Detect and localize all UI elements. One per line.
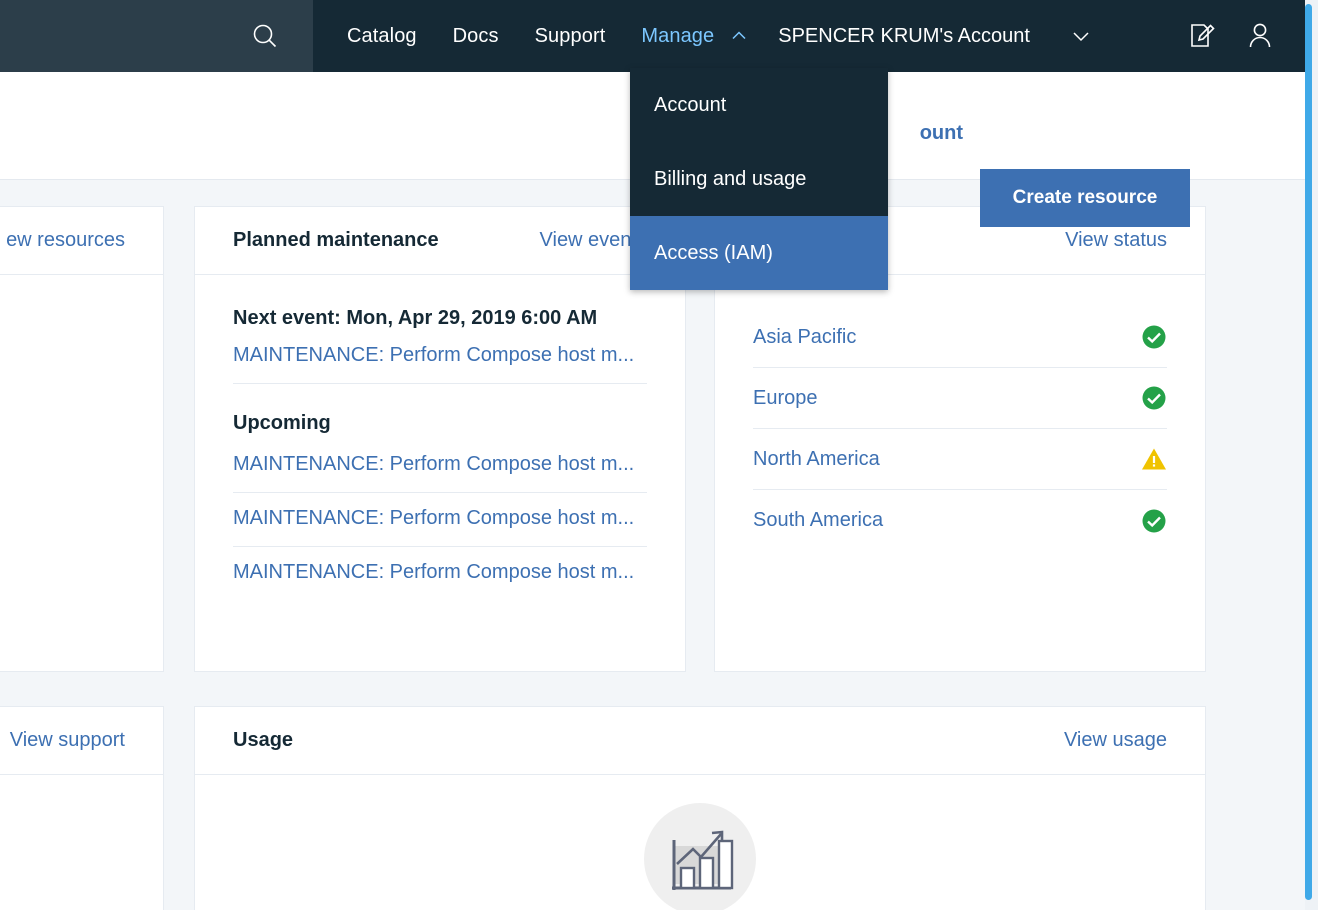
usage-card: Usage View usage	[194, 706, 1206, 910]
view-support-link[interactable]: View support	[10, 729, 125, 752]
global-header: Catalog Docs Support Manage SPENCER KRUM…	[0, 0, 1305, 72]
upcoming-event-link[interactable]: MAINTENANCE: Perform Compose host m...	[233, 493, 647, 547]
warning-triangle-icon	[1141, 446, 1167, 472]
status-region-list: Asia Pacific Europe North America South …	[715, 275, 1205, 551]
user-avatar-icon[interactable]	[1231, 0, 1289, 72]
vertical-scrollbar-thumb[interactable]	[1305, 4, 1312, 900]
resources-card: ew resources ces in your	[0, 206, 164, 672]
upcoming-event-link[interactable]: MAINTENANCE: Perform Compose host m...	[233, 547, 647, 600]
view-resources-link[interactable]: ew resources	[6, 229, 125, 252]
dropdown-item-access-iam[interactable]: Access (IAM)	[630, 216, 888, 290]
edit-document-icon[interactable]	[1173, 0, 1231, 72]
nav-item-docs[interactable]: Docs	[435, 0, 517, 72]
planned-maintenance-card: Planned maintenance View events Next eve…	[194, 206, 686, 672]
view-usage-link[interactable]: View usage	[1064, 729, 1167, 752]
usage-empty-state	[195, 775, 1205, 910]
account-name-label[interactable]: SPENCER KRUM's Account	[756, 0, 1030, 72]
upcoming-label: Upcoming	[233, 412, 331, 434]
region-label[interactable]: Asia Pacific	[753, 326, 856, 349]
usage-card-title: Usage	[233, 729, 294, 751]
chevron-down-icon[interactable]	[1064, 0, 1098, 72]
create-resource-button[interactable]: Create resource	[980, 169, 1190, 227]
maintenance-card-title: Planned maintenance	[233, 229, 439, 251]
chevron-up-icon[interactable]	[722, 0, 756, 72]
check-circle-icon	[1141, 385, 1167, 411]
view-status-link[interactable]: View status	[1065, 229, 1167, 252]
nav-item-manage[interactable]: Manage	[623, 0, 722, 72]
app-root: Catalog Docs Support Manage SPENCER KRUM…	[0, 0, 1318, 910]
status-row[interactable]: Europe	[753, 368, 1167, 429]
dropdown-item-account[interactable]: Account	[630, 68, 888, 142]
vertical-scrollbar-track[interactable]	[1305, 0, 1318, 910]
usage-card-header: Usage View usage	[195, 707, 1205, 775]
next-event-label: Next event: Mon, Apr 29, 2019 6:00 AM	[233, 307, 598, 329]
nav-item-catalog[interactable]: Catalog	[329, 0, 435, 72]
bar-chart-trend-icon	[644, 803, 756, 910]
resources-card-header: ew resources	[0, 207, 163, 275]
region-label[interactable]: Europe	[753, 387, 818, 410]
upcoming-event-link[interactable]: MAINTENANCE: Perform Compose host m...	[233, 439, 647, 493]
check-circle-icon	[1141, 324, 1167, 350]
check-circle-icon	[1141, 508, 1167, 534]
search-icon[interactable]	[237, 0, 293, 72]
header-search-pane	[0, 0, 313, 72]
account-breadcrumb-link[interactable]: ount	[920, 122, 963, 145]
maintenance-card-body: Next event: Mon, Apr 29, 2019 6:00 AM MA…	[195, 275, 685, 600]
maintenance-card-header: Planned maintenance View events	[195, 207, 685, 275]
nav-item-support[interactable]: Support	[517, 0, 624, 72]
header-nav: Catalog Docs Support Manage SPENCER KRUM…	[313, 0, 1305, 72]
status-row[interactable]: North America	[753, 429, 1167, 490]
dropdown-item-billing-and-usage[interactable]: Billing and usage	[630, 142, 888, 216]
support-card-header: View support	[0, 707, 163, 775]
status-row[interactable]: Asia Pacific	[753, 307, 1167, 368]
manage-dropdown-menu: Account Billing and usage Access (IAM)	[630, 68, 888, 290]
support-card: View support	[0, 706, 164, 910]
region-label[interactable]: South America	[753, 509, 883, 532]
region-label[interactable]: North America	[753, 448, 880, 471]
status-row[interactable]: South America	[753, 490, 1167, 551]
next-event-link[interactable]: MAINTENANCE: Perform Compose host m...	[233, 330, 647, 384]
